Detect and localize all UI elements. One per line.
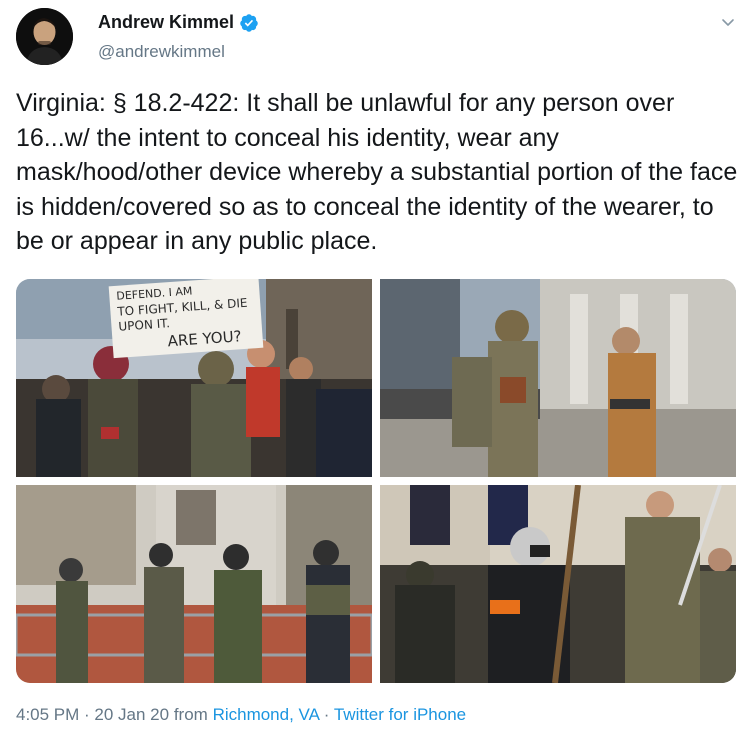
author-name-row: Andrew Kimmel: [98, 12, 259, 33]
location-link[interactable]: Richmond, VA: [213, 705, 319, 724]
tweet-photo-3[interactable]: [16, 485, 372, 683]
chevron-down-icon[interactable]: [720, 14, 736, 30]
photo-3-image: [16, 485, 372, 683]
meta-from-label: from: [169, 705, 213, 724]
tweet-date[interactable]: 20 Jan 20: [94, 705, 169, 724]
tweet-meta: 4:05 PM · 20 Jan 20 from Richmond, VA · …: [16, 705, 466, 725]
media-grid: DEFEND. I AM TO FIGHT, KILL, & DIE UPON …: [16, 279, 736, 683]
meta-separator: ·: [79, 705, 95, 724]
avatar-photo-icon: [16, 8, 73, 65]
author-handle[interactable]: @andrewkimmel: [98, 42, 225, 62]
photo-1-image: DEFEND. I AM TO FIGHT, KILL, & DIE UPON …: [16, 279, 372, 477]
avatar[interactable]: [16, 8, 73, 65]
client-link[interactable]: Twitter for iPhone: [334, 705, 466, 724]
photo-2-image: [380, 279, 736, 477]
tweet-photo-1[interactable]: DEFEND. I AM TO FIGHT, KILL, & DIE UPON …: [16, 279, 372, 477]
tweet-photo-4[interactable]: [380, 485, 736, 683]
photo-4-image: [380, 485, 736, 683]
meta-separator: ·: [319, 705, 334, 724]
tweet-photo-2[interactable]: [380, 279, 736, 477]
tweet-time[interactable]: 4:05 PM: [16, 705, 79, 724]
display-name[interactable]: Andrew Kimmel: [98, 12, 234, 33]
verified-badge-icon: [240, 13, 258, 32]
tweet-text: Virginia: § 18.2-422: It shall be unlawf…: [16, 89, 738, 256]
